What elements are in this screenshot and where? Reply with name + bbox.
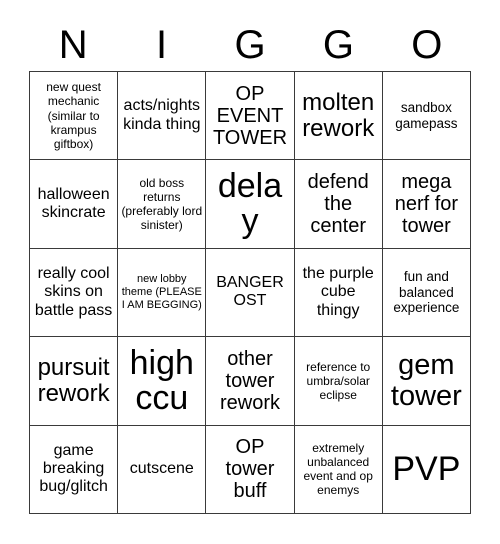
bingo-cell-label: game breaking bug/glitch (39, 441, 108, 496)
bingo-header-row: N I G G O (29, 18, 471, 71)
bingo-cell-label: OP tower buff (225, 436, 275, 503)
bingo-cell-label: really cool skins on battle pass (34, 265, 113, 319)
bingo-cell[interactable]: high ccu (118, 337, 207, 426)
bingo-cell[interactable]: game breaking bug/glitch (30, 425, 119, 514)
bingo-cell[interactable]: BANGER OST (206, 248, 295, 338)
bingo-cell[interactable]: delay (206, 160, 295, 249)
bingo-cell[interactable]: fun and balanced experience (382, 248, 471, 338)
bingo-cell-label: high ccu (129, 344, 194, 417)
bingo-cell-label: fun and balanced experience (393, 269, 460, 316)
bingo-cell-label: other tower rework (219, 347, 280, 414)
bingo-cell-label: cutscene (129, 460, 194, 478)
header-letter-2: I (156, 22, 168, 67)
bingo-cell[interactable]: extremely unbalanced event and op enemys (294, 425, 383, 514)
bingo-cell[interactable]: other tower rework (206, 337, 295, 426)
bingo-cell[interactable]: really cool skins on battle pass (30, 248, 119, 338)
header-letter-1: N (58, 22, 88, 67)
bingo-cell-label: mega nerf for tower (394, 171, 459, 238)
bingo-cell[interactable]: the purple cube thingy (294, 248, 383, 338)
bingo-cell[interactable]: pursuit rework (30, 337, 119, 426)
bingo-cell[interactable]: cutscene (118, 425, 207, 514)
bingo-cell-label: reference to umbra/solar eclipse (306, 359, 371, 402)
bingo-cell-label: extremely unbalanced event and op enemys (303, 440, 373, 498)
bingo-cell-label: acts/nights kinda thing (123, 97, 201, 133)
bingo-cell[interactable]: old boss returns (preferably lord sinist… (118, 160, 207, 249)
bingo-cell-label: PVP (392, 449, 461, 488)
bingo-grid: new quest mechanic (similar to krampus g… (29, 71, 471, 514)
bingo-cell[interactable]: PVP (382, 425, 471, 514)
bingo-cell-label: molten rework (302, 88, 375, 142)
bingo-cell-label: the purple cube thingy (302, 265, 374, 319)
bingo-cell[interactable]: new quest mechanic (similar to krampus g… (30, 72, 119, 161)
bingo-cell[interactable]: acts/nights kinda thing (118, 72, 207, 161)
header-letter-5: O (411, 22, 443, 67)
bingo-cell[interactable]: OP EVENT TOWER (206, 72, 295, 161)
bingo-cell-label: pursuit rework (37, 353, 110, 407)
bingo-cell-label: BANGER OST (216, 274, 284, 310)
bingo-cell[interactable]: gem tower (382, 337, 471, 426)
bingo-card: N I G G O new quest mechanic (similar to… (0, 0, 500, 544)
header-letter-3: G (234, 22, 266, 67)
bingo-cell-label: defend the center (307, 171, 369, 238)
header-letter-4: G (322, 22, 354, 67)
bingo-cell[interactable]: halloween skincrate (30, 160, 119, 249)
bingo-cell[interactable]: sandbox gamepass (382, 72, 471, 161)
bingo-cell-label: new quest mechanic (similar to krampus g… (46, 80, 101, 151)
bingo-cell-label: OP EVENT TOWER (212, 82, 288, 149)
bingo-cell-label: new lobby theme (PLEASE I AM BEGGING) (121, 272, 202, 312)
bingo-cell[interactable]: reference to umbra/solar eclipse (294, 337, 383, 426)
bingo-cell-label: delay (217, 167, 283, 241)
bingo-cell-label: sandbox gamepass (395, 100, 458, 131)
bingo-cell[interactable]: new lobby theme (PLEASE I AM BEGGING) (118, 248, 207, 338)
bingo-cell-label: old boss returns (preferably lord sinist… (121, 175, 203, 233)
bingo-cell[interactable]: molten rework (294, 72, 383, 161)
bingo-cell-label: gem tower (390, 349, 462, 412)
bingo-cell[interactable]: defend the center (294, 160, 383, 249)
bingo-cell[interactable]: mega nerf for tower (382, 160, 471, 249)
bingo-cell[interactable]: OP tower buff (206, 425, 295, 514)
bingo-cell-label: halloween skincrate (37, 185, 110, 222)
